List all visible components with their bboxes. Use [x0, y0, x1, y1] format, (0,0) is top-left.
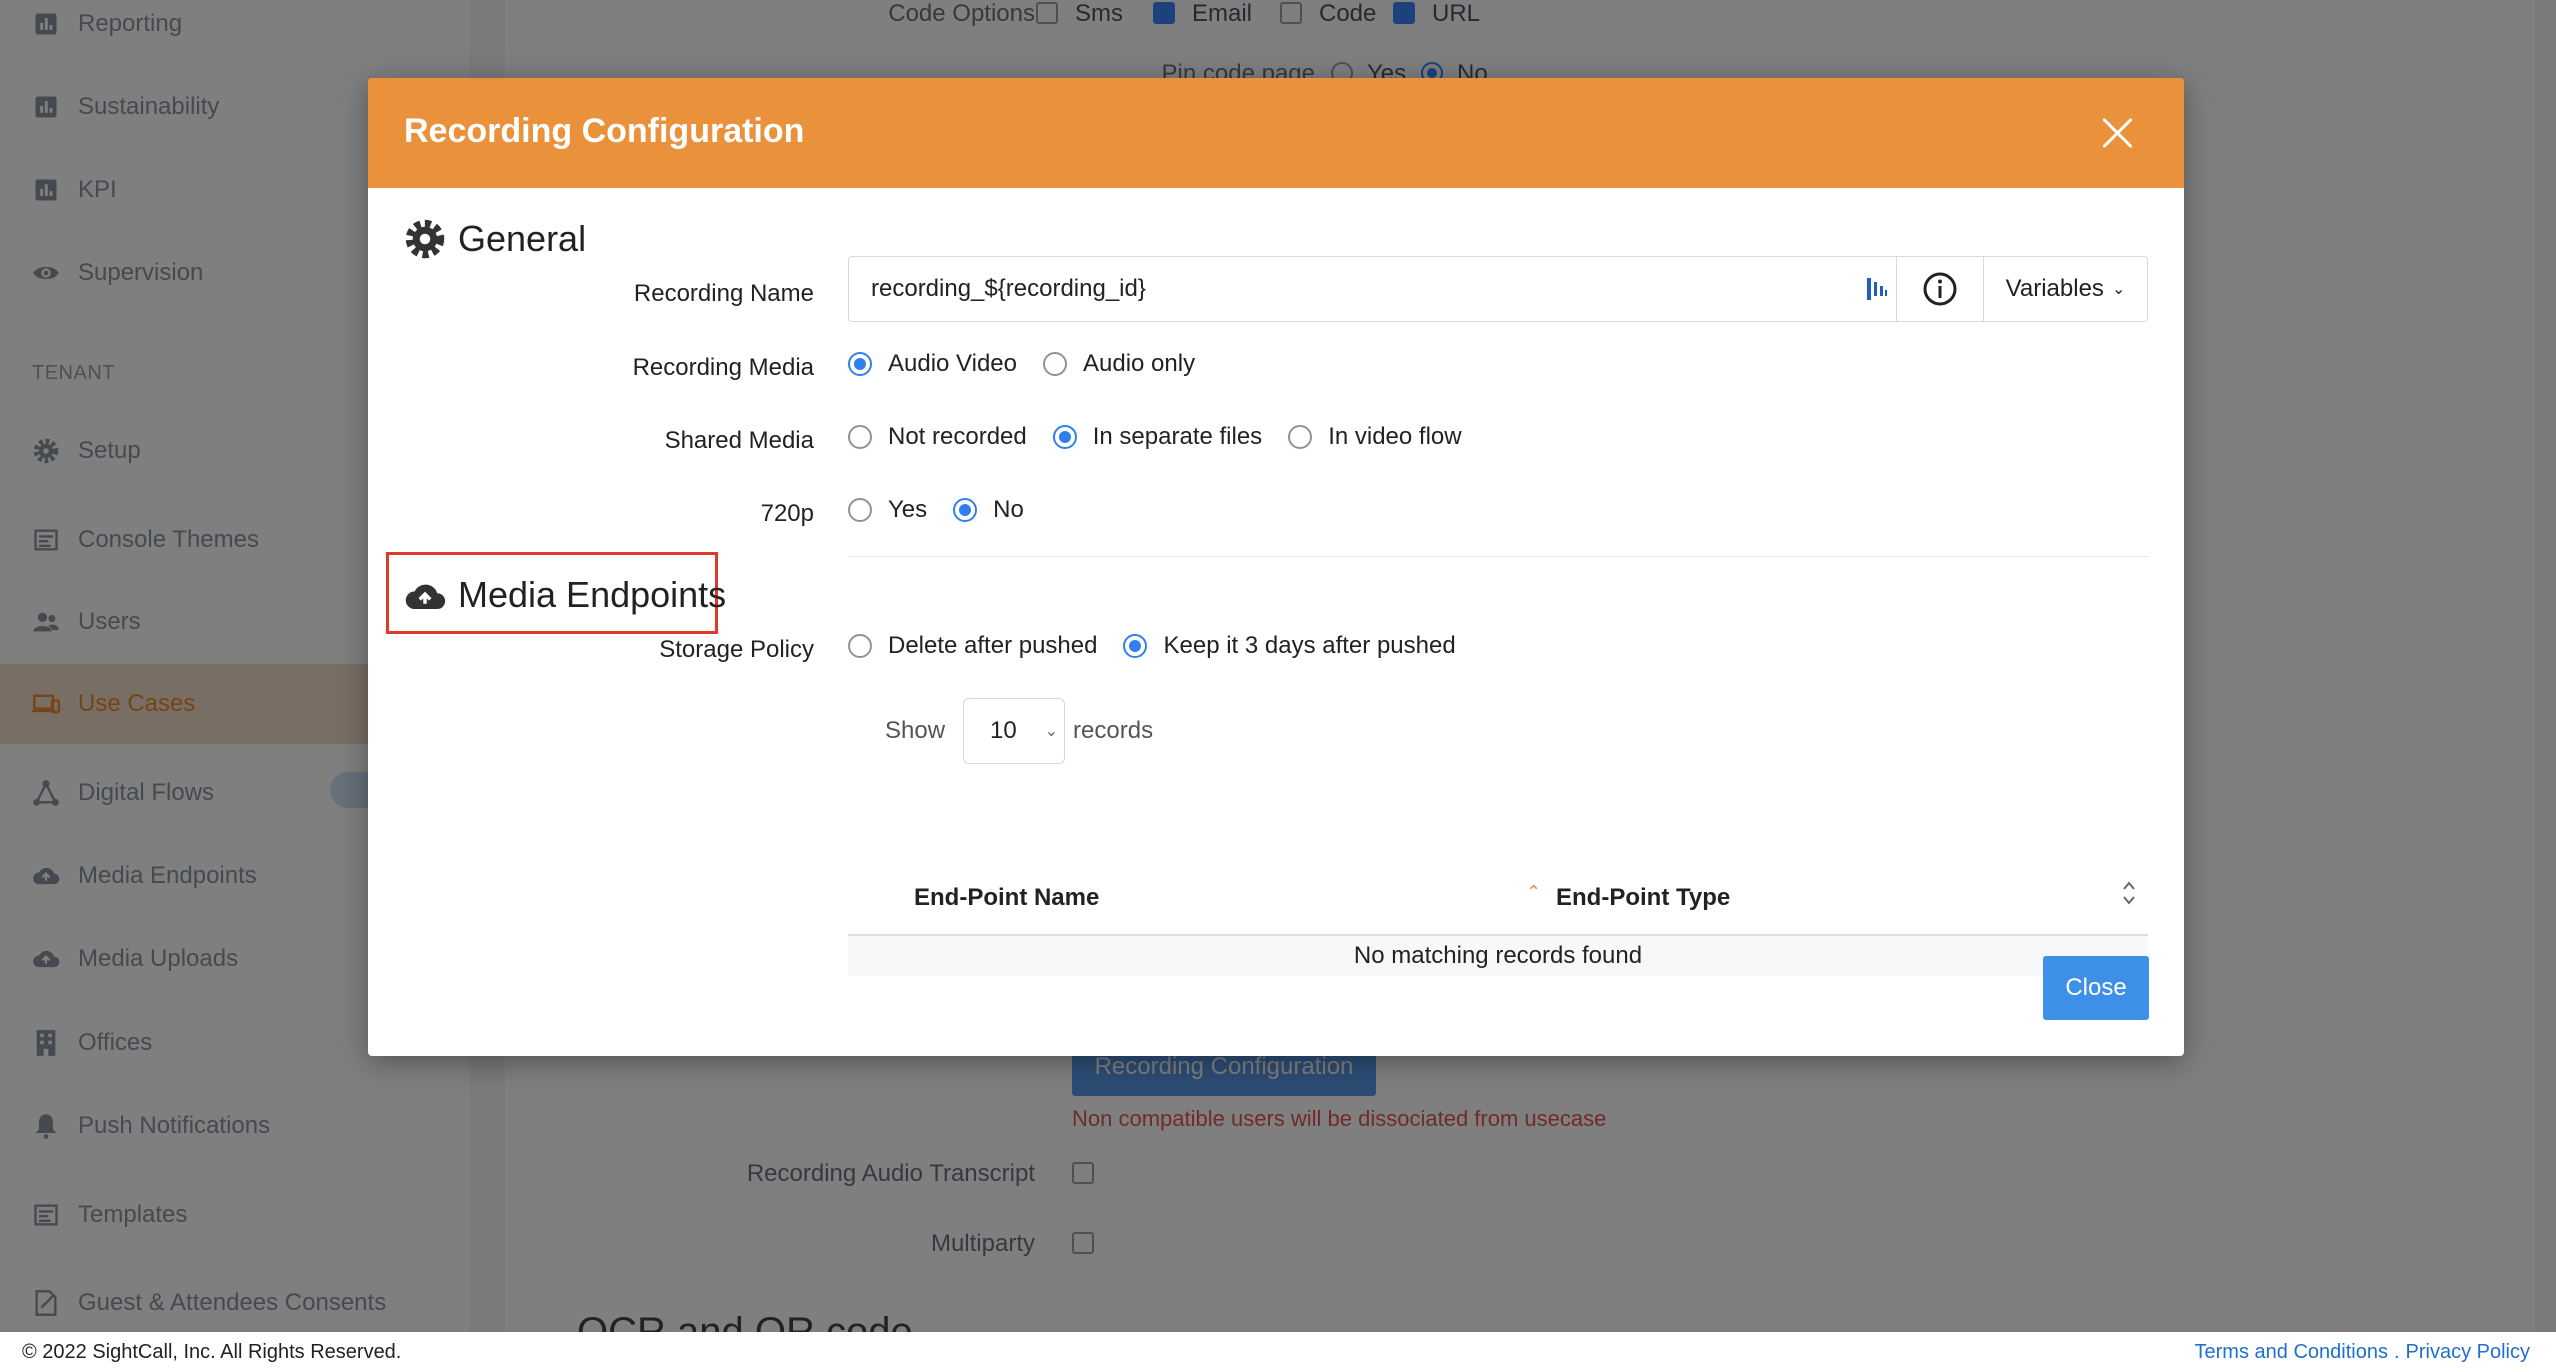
modal-title: Recording Configuration: [404, 112, 805, 150]
hd-no-radio[interactable]: [953, 498, 978, 522]
page-length-select[interactable]: 10 ⌄: [963, 698, 1066, 764]
shared-media-not-recorded[interactable]: Not recorded: [848, 423, 1027, 451]
keep-3-days-radio[interactable]: [1123, 634, 1148, 658]
endpoints-table: End-Point Name ⌃ End-Point Type No match…: [848, 860, 2148, 976]
delete-after-pushed-radio[interactable]: [848, 634, 872, 658]
media-endpoints-section-heading: Media Endpoints: [404, 574, 726, 616]
table-header: End-Point Name ⌃ End-Point Type: [848, 860, 2148, 936]
hd-no-label: No: [993, 496, 1024, 523]
media-endpoints-heading-text: Media Endpoints: [458, 574, 727, 615]
hd-720p-yes[interactable]: Yes: [848, 496, 927, 524]
copyright-text: © 2022 SightCall, Inc. All Rights Reserv…: [22, 1340, 402, 1363]
column-header-endpoint-name[interactable]: End-Point Name: [914, 884, 1099, 912]
hd-yes-label: Yes: [888, 496, 928, 523]
not-recorded-radio[interactable]: [848, 425, 872, 449]
show-label: Show: [885, 717, 946, 744]
shared-media-options: Not recorded In separate files In video …: [848, 423, 1488, 451]
terms-link[interactable]: Terms and Conditions: [2195, 1341, 2388, 1363]
shared-media-separate-files[interactable]: In separate files: [1052, 423, 1263, 451]
recording-configuration-modal: Recording Configuration General Recordin…: [368, 78, 2184, 1056]
recording-name-input[interactable]: [848, 256, 1896, 322]
keep-3-days-label: Keep it 3 days after pushed: [1163, 632, 1456, 659]
records-label: records: [1073, 717, 1154, 744]
info-icon: [1923, 272, 1957, 306]
shared-media-label: Shared Media: [664, 427, 814, 454]
modal-header: Recording Configuration: [368, 78, 2184, 188]
sort-icon[interactable]: [2122, 878, 2136, 908]
general-heading-text: General: [458, 218, 587, 259]
hd-720p-options: Yes No: [848, 496, 1050, 524]
gear-icon: [405, 219, 445, 259]
footer: © 2022 SightCall, Inc. All Rights Reserv…: [0, 1332, 2556, 1372]
video-flow-label: In video flow: [1328, 423, 1462, 450]
recording-media-label: Recording Media: [632, 354, 814, 381]
video-flow-radio[interactable]: [1288, 425, 1313, 449]
section-divider: [848, 556, 2148, 557]
cloud-upload-icon: [405, 584, 446, 609]
delete-after-pushed-label: Delete after pushed: [888, 632, 1098, 659]
audio-video-label: Audio Video: [888, 350, 1017, 377]
audio-only-label: Audio only: [1083, 350, 1196, 377]
storage-policy-options: Delete after pushed Keep it 3 days after…: [848, 632, 1482, 660]
recording-name-label: Recording Name: [633, 280, 814, 307]
hd-yes-radio[interactable]: [848, 498, 872, 522]
recording-media-options: Audio Video Audio only: [848, 350, 1221, 378]
table-empty-row: No matching records found: [848, 936, 2148, 976]
variables-dropdown[interactable]: Variables ⌄: [1984, 256, 2148, 322]
separate-files-radio[interactable]: [1052, 425, 1077, 449]
separate-files-label: In separate files: [1092, 423, 1263, 450]
hd-720p-label: 720p: [760, 500, 814, 527]
recording-media-audio-video[interactable]: Audio Video: [848, 350, 1017, 378]
info-button[interactable]: [1896, 256, 1984, 322]
storage-delete-after-pushed[interactable]: Delete after pushed: [848, 632, 1097, 660]
password-manager-icon[interactable]: [1866, 276, 1888, 302]
storage-keep-3-days[interactable]: Keep it 3 days after pushed: [1123, 632, 1456, 660]
chevron-down-icon: ⌄: [2111, 281, 2126, 298]
audio-only-radio[interactable]: [1043, 352, 1067, 376]
close-button[interactable]: Close: [2043, 956, 2149, 1020]
recording-name-group: Variables ⌄: [848, 256, 2148, 322]
hd-720p-no[interactable]: No: [953, 496, 1024, 524]
privacy-link[interactable]: Privacy Policy: [2406, 1341, 2530, 1363]
page-length-value: 10: [990, 717, 1017, 744]
sort-ascending-icon[interactable]: ⌃: [1526, 882, 1541, 903]
table-length-control: Show 10 ⌄ records: [885, 698, 1153, 764]
storage-policy-label: Storage Policy: [659, 636, 814, 663]
column-header-endpoint-type[interactable]: End-Point Type: [1556, 884, 1730, 912]
shared-media-video-flow[interactable]: In video flow: [1288, 423, 1462, 451]
variables-label: Variables: [2005, 275, 2104, 302]
close-icon[interactable]: [2100, 116, 2134, 150]
footer-separator: .: [2393, 1340, 2400, 1363]
audio-video-radio[interactable]: [848, 352, 872, 376]
general-section-heading: General: [404, 218, 586, 260]
chevron-down-icon: ⌄: [1044, 723, 1059, 740]
footer-links: Terms and Conditions. Privacy Policy: [2195, 1341, 2530, 1364]
not-recorded-label: Not recorded: [888, 423, 1027, 450]
recording-media-audio-only[interactable]: Audio only: [1043, 350, 1195, 378]
